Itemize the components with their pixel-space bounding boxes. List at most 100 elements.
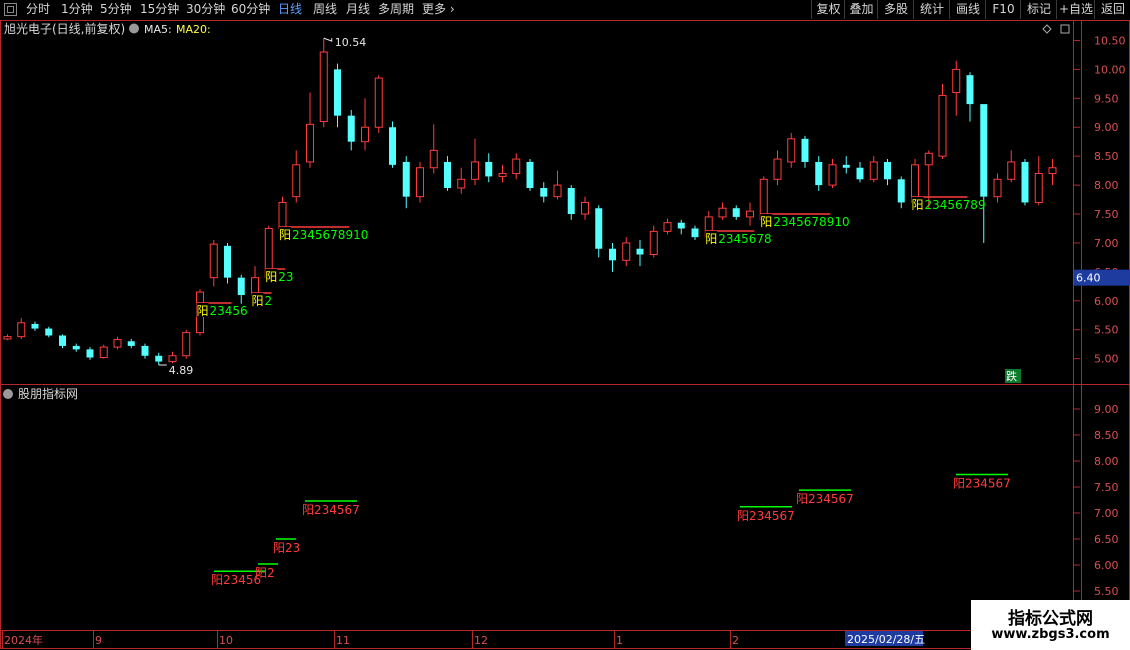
toolbar-button-7[interactable]: +自选 xyxy=(1056,0,1095,19)
candle-body-46 xyxy=(636,248,644,255)
price-tick-label-10: 5.50 xyxy=(1094,324,1119,337)
candle-body-63 xyxy=(869,161,878,180)
diamond-icon xyxy=(1042,24,1052,34)
signal-prefix-0: 阳 xyxy=(197,304,209,318)
candle-body-57 xyxy=(787,138,796,163)
signal-text-6: 23456789 xyxy=(925,198,986,212)
indicator-label-2: 阳23 xyxy=(273,541,300,555)
signal-prefix-5: 阳 xyxy=(760,215,772,229)
signal-prefix-4: 阳 xyxy=(705,232,717,246)
candle-body-32 xyxy=(444,161,451,188)
price-tick-label-7: 7.00 xyxy=(1094,237,1119,250)
price-tick-label-11: 5.00 xyxy=(1094,353,1119,366)
period-tab-7[interactable]: 周线 xyxy=(313,0,337,19)
chart-area: 旭光电子(日线,前复权) MA5: MA20: 10.50 10.00 9.50 9.00 8… xyxy=(0,20,1130,649)
candle-body-73 xyxy=(1007,161,1016,180)
candle-body-9 xyxy=(127,341,135,346)
fall-badge: 跌 xyxy=(1006,369,1017,383)
candle-body-56 xyxy=(773,158,782,180)
date-label-2: 10 xyxy=(219,634,233,647)
candle-body-69 xyxy=(952,68,961,94)
candle-body-64 xyxy=(884,161,891,180)
toolbar-button-8[interactable]: 返回 xyxy=(1094,0,1130,19)
period-tab-8[interactable]: 月线 xyxy=(346,0,370,19)
candle-body-41 xyxy=(567,187,575,215)
candle-body-36 xyxy=(498,173,507,177)
candle-body-24 xyxy=(334,69,341,116)
indicator-tick-label-4: 7.00 xyxy=(1094,507,1119,520)
candle-body-60 xyxy=(828,164,837,186)
period-tab-9[interactable]: 多周期 xyxy=(378,0,414,19)
candle-body-52 xyxy=(718,207,727,218)
toolbar-button-1[interactable]: 叠加 xyxy=(844,0,878,19)
candle-body-31 xyxy=(429,149,438,169)
low-label: 4.89 xyxy=(169,364,194,377)
candle-body-35 xyxy=(485,161,493,177)
period-tab-2[interactable]: 5分钟 xyxy=(100,0,132,19)
ma-settings-icon xyxy=(129,23,139,34)
signal-text-1: 2 xyxy=(265,294,273,308)
candle-body-71 xyxy=(980,104,988,197)
candle-body-50 xyxy=(691,228,699,238)
indicator-label-0: 阳23456 xyxy=(211,573,261,587)
watermark-title: 指标公式网 xyxy=(1008,609,1093,629)
toolbar-button-4[interactable]: 画线 xyxy=(949,0,986,19)
candle-body-76 xyxy=(1048,167,1057,175)
price-tick-label-5: 8.00 xyxy=(1094,179,1119,192)
price-tick-label-9: 6.00 xyxy=(1094,295,1119,308)
candle-body-38 xyxy=(526,161,534,188)
indicator-label-4: 阳234567 xyxy=(737,509,795,523)
toolbar-button-0[interactable]: 复权 xyxy=(811,0,845,19)
ma5-label: MA5: xyxy=(144,23,172,36)
candle-body-8 xyxy=(113,339,122,348)
period-tab-10[interactable]: 更多 › xyxy=(422,0,455,19)
candles xyxy=(3,38,1057,366)
indicator-tick-label-5: 6.50 xyxy=(1094,533,1119,546)
period-tab-0[interactable]: 分时 xyxy=(26,0,50,19)
ma20-label: MA20: xyxy=(176,23,211,36)
signal-text-5: 2345678910 xyxy=(773,215,849,229)
indicator-tick-label-7: 5.50 xyxy=(1094,585,1119,598)
menu-icon[interactable] xyxy=(4,3,17,16)
candle-body-48 xyxy=(663,222,672,232)
candle-body-5 xyxy=(72,345,80,350)
indicator-tick-label-1: 8.50 xyxy=(1094,429,1119,442)
period-tab-5[interactable]: 60分钟 xyxy=(231,0,270,19)
candle-body-70 xyxy=(966,75,974,105)
indicator-tick-label-2: 8.00 xyxy=(1094,455,1119,468)
toolbar-button-5[interactable]: F10 xyxy=(985,0,1021,19)
indicator-label-1: 阳2 xyxy=(255,566,275,580)
candle-body-26 xyxy=(361,126,369,143)
high-label: 10.54 xyxy=(335,36,367,49)
candle-body-0 xyxy=(3,336,12,340)
candle-body-68 xyxy=(938,94,947,157)
period-toolbar: 分时 1分钟 5分钟 15分钟 30分钟 60分钟 日线 周线 月线 多周期 更多 › 复权 叠加 多股… xyxy=(0,0,1130,21)
indicator-label-6: 阳234567 xyxy=(953,477,1011,491)
candle-body-40 xyxy=(553,184,562,198)
date-label-6: 2 xyxy=(732,634,739,647)
period-tab-1[interactable]: 1分钟 xyxy=(61,0,93,19)
toolbar-button-2[interactable]: 多股 xyxy=(877,0,914,19)
period-tab-3[interactable]: 15分钟 xyxy=(140,0,179,19)
period-tab-4[interactable]: 30分钟 xyxy=(186,0,225,19)
date-label-3: 11 xyxy=(336,634,350,647)
candle-body-54 xyxy=(746,210,754,218)
candle-body-23 xyxy=(319,51,328,122)
price-tick-label-0: 10.50 xyxy=(1094,34,1126,47)
period-tab-6[interactable]: 日线 xyxy=(278,0,302,19)
candle-body-13 xyxy=(182,332,191,357)
indicator-tick-label-6: 6.00 xyxy=(1094,559,1119,572)
date-label-0: 2024年 xyxy=(4,633,43,647)
price-tick-label-6: 7.50 xyxy=(1094,208,1119,221)
candle-body-20 xyxy=(278,201,287,229)
indicator-tick-label-0: 9.00 xyxy=(1094,403,1119,416)
toolbar-button-3[interactable]: 统计 xyxy=(913,0,950,19)
candle-body-7 xyxy=(99,346,108,358)
toolbar-button-6[interactable]: 标记 xyxy=(1020,0,1057,19)
candle-body-53 xyxy=(732,208,740,217)
candle-body-44 xyxy=(609,248,616,261)
candle-body-58 xyxy=(801,138,809,162)
candle-body-17 xyxy=(237,277,245,296)
watermark-logo: 指标公式网 www.zbgs3.com xyxy=(971,600,1130,650)
candle-body-33 xyxy=(457,178,466,189)
